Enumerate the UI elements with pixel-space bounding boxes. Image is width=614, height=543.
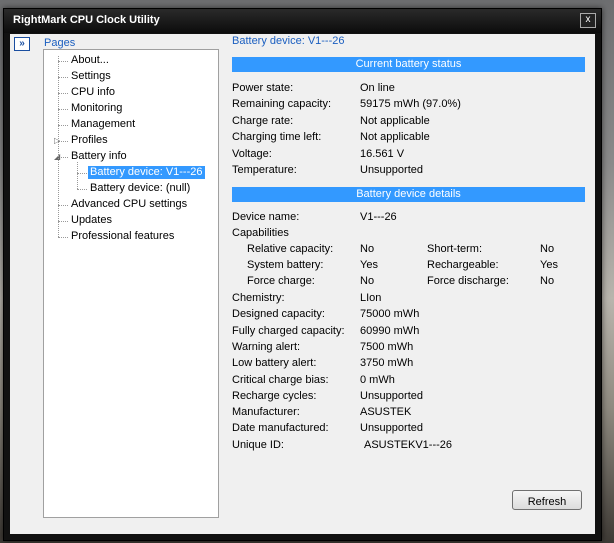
client-area: » Pages About... Settings CPU info Monitori… xyxy=(10,34,595,534)
tree-connector xyxy=(58,125,68,126)
tree-guide xyxy=(58,56,59,237)
tree-connector xyxy=(58,93,68,94)
tree-item[interactable]: About... xyxy=(69,54,111,67)
app-window: RightMark CPU Clock Utility x » Pages Ab… xyxy=(3,8,602,541)
tree-connector xyxy=(58,77,68,78)
device-name-value: V1---26 xyxy=(360,211,397,223)
status-field-value: Not applicable xyxy=(360,114,430,127)
capability-value: Yes xyxy=(360,259,378,271)
capability-label: Relative capacity: xyxy=(247,243,334,255)
capability-label: System battery: xyxy=(247,259,324,271)
status-field-value: 59175 mWh (97.0%) xyxy=(360,98,461,111)
tree-item[interactable]: Settings xyxy=(69,70,113,83)
close-icon[interactable]: x xyxy=(580,13,596,28)
tree-item[interactable]: Advanced CPU settings xyxy=(69,198,189,211)
capability-label: Force discharge: xyxy=(427,275,509,287)
status-field-value: Not applicable xyxy=(360,131,430,144)
tree-item[interactable]: Profiles xyxy=(69,134,110,147)
page-title: Battery device: V1---26 xyxy=(232,35,345,47)
status-field-label: Temperature: xyxy=(232,164,297,176)
tree-connector xyxy=(58,109,68,110)
current-status-header: Current battery status xyxy=(232,57,585,72)
status-field-label: Power state: xyxy=(232,82,294,94)
detail-field-value: 60990 mWh xyxy=(360,324,420,337)
detail-field-label: Low battery alert: xyxy=(232,357,317,370)
pages-label: Pages xyxy=(44,37,76,49)
detail-field-label: Designed capacity: xyxy=(232,308,325,321)
capability-value: No xyxy=(360,243,375,255)
tree-item[interactable]: Professional features xyxy=(69,230,176,243)
detail-field-label: Chemistry: xyxy=(232,292,285,304)
status-field-label: Voltage: xyxy=(232,147,272,160)
detail-field-value: 7500 mWh xyxy=(360,340,414,353)
capability-value: No xyxy=(540,275,555,287)
status-field-label: Remaining capacity: xyxy=(232,98,332,111)
title-bar[interactable]: RightMark CPU Clock Utility x xyxy=(4,9,601,33)
detail-field-value: Unsupported xyxy=(360,422,423,435)
capability-value: No xyxy=(360,275,375,287)
tree-item[interactable]: Management xyxy=(69,118,137,131)
device-name-label: Device name: xyxy=(232,211,300,223)
tree-connector xyxy=(58,205,68,206)
detail-field-label: Fully charged capacity: xyxy=(232,324,345,337)
tree-guide xyxy=(77,162,78,189)
collapse-pane-icon[interactable]: » xyxy=(14,37,30,51)
pages-tree[interactable]: About... Settings CPU info Monitoring Manage… xyxy=(43,49,219,518)
detail-field-value: 3750 mWh xyxy=(360,357,414,370)
detail-field-value: 75000 mWh xyxy=(360,308,420,321)
detail-field-value: LIon xyxy=(360,292,382,304)
detail-field-label: Manufacturer: xyxy=(232,406,300,419)
detail-field-label: Date manufactured: xyxy=(232,422,329,435)
refresh-button[interactable]: Refresh xyxy=(512,490,582,510)
detail-field-label: Critical charge bias: xyxy=(232,373,329,386)
status-field-label: Charging time left: xyxy=(232,131,322,144)
tree-connector xyxy=(58,61,68,62)
detail-field-label: Recharge cycles: xyxy=(232,389,317,402)
status-field-value: Unsupported xyxy=(360,164,423,176)
detail-field-value: ASUSTEK xyxy=(360,406,412,419)
capability-label: Short-term: xyxy=(427,243,483,255)
status-field-label: Charge rate: xyxy=(232,114,294,127)
tree-item[interactable]: Updates xyxy=(69,214,114,227)
capability-value: No xyxy=(540,243,555,255)
detail-field-value: ASUSTEKV1---26 xyxy=(364,438,453,451)
capability-label: Rechargeable: xyxy=(427,259,499,271)
capability-label: Force charge: xyxy=(247,275,315,287)
detail-field-value: Unsupported xyxy=(360,389,423,402)
status-field-value: 16.561 V xyxy=(360,147,405,160)
tree-connector xyxy=(58,221,68,222)
capability-value: Yes xyxy=(540,259,558,271)
tree-item[interactable]: Battery device: (null) xyxy=(88,182,192,195)
capabilities-label: Capabilities xyxy=(232,227,289,239)
tree-item[interactable]: Monitoring xyxy=(69,102,124,115)
detail-field-label: Warning alert: xyxy=(232,340,301,353)
tree-connector xyxy=(77,189,87,190)
tree-connector xyxy=(58,237,68,238)
window-title: RightMark CPU Clock Utility xyxy=(13,14,160,26)
status-field-value: On line xyxy=(360,82,395,94)
device-details-header: Battery device details xyxy=(232,187,585,202)
tree-item[interactable]: CPU info xyxy=(69,86,117,99)
detail-field-label: Unique ID: xyxy=(232,438,284,451)
detail-field-value: 0 mWh xyxy=(360,373,395,386)
tree-item[interactable]: Battery device: V1---26 xyxy=(88,166,205,179)
tree-connector xyxy=(77,173,87,174)
